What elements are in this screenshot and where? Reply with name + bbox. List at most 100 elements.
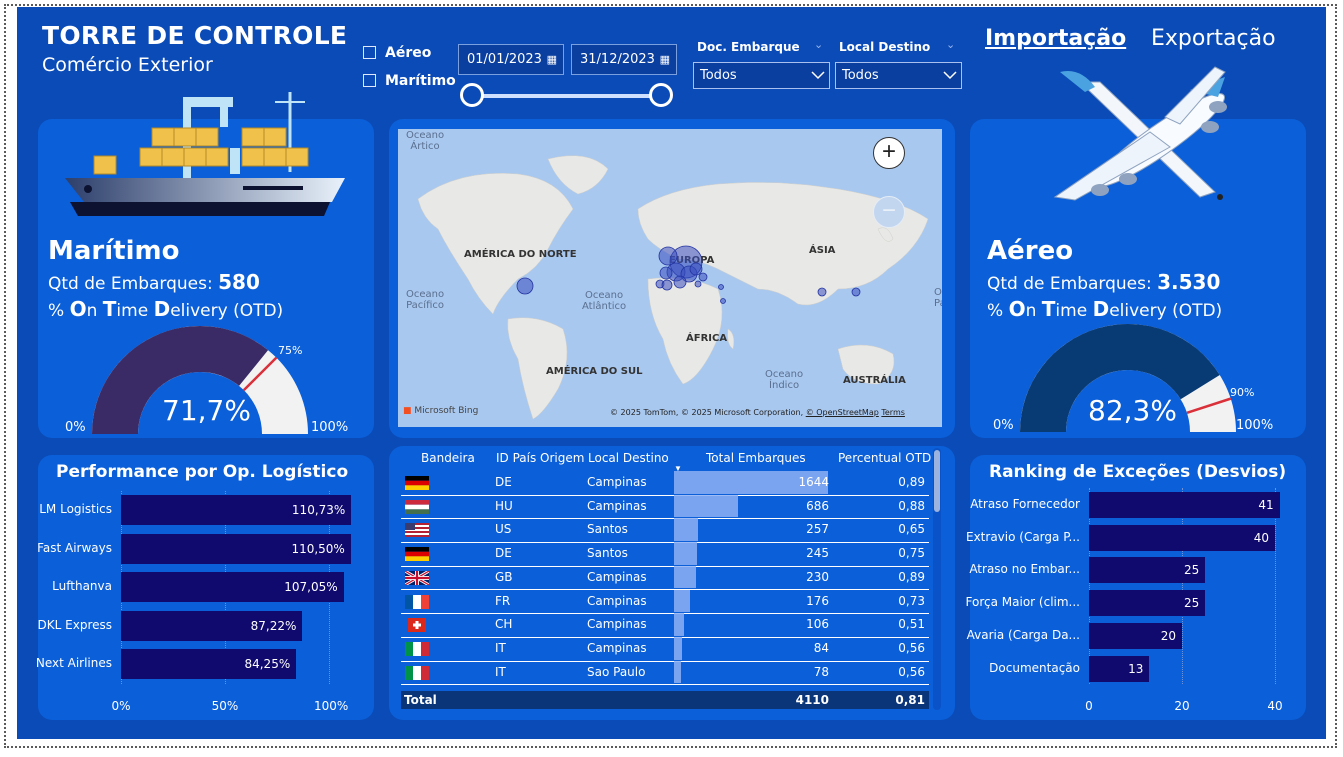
table-row[interactable]: HU Campinas 686 0,88 [401, 494, 929, 520]
flag-fr-icon [405, 594, 429, 609]
ranking-bar-label: Documentação [989, 660, 1080, 675]
maritimo-checkbox-label[interactable]: Marítimo [385, 73, 456, 89]
osm-link[interactable]: © OpenStreetMap [806, 408, 879, 417]
total-otd: 0,81 [895, 693, 925, 707]
maritimo-gauge-value: 71,7% [162, 394, 251, 427]
performance-bar[interactable]: 110,73% [121, 495, 352, 525]
performance-bar-value: 107,05% [284, 580, 338, 594]
cell-otd: 0,65 [898, 522, 925, 537]
zoom-out-button[interactable]: − [873, 196, 905, 228]
col-header-pais[interactable]: ID País Origem [496, 451, 584, 465]
table-row[interactable]: DE Santos 245 0,75 [401, 542, 929, 567]
terms-link[interactable]: Terms [881, 408, 905, 417]
zoom-in-button[interactable]: + [873, 137, 905, 169]
map-bubbles [516, 245, 861, 304]
ranking-bar-label: Atraso Fornecedor [970, 497, 1080, 511]
calendar-icon[interactable]: ▦ [660, 53, 670, 66]
flag-de-icon [405, 476, 429, 490]
map-bubble [661, 279, 673, 291]
cell-destino: Campinas [587, 475, 647, 489]
ranking-bar[interactable]: 13 [1089, 655, 1150, 682]
date-slider-start-handle[interactable] [460, 83, 484, 107]
maritimo-gauge-min: 0% [65, 420, 86, 435]
chevron-down-icon[interactable] [811, 71, 825, 80]
ranking-bar-label: Extravio (Carga P... [966, 529, 1080, 544]
cell-total: 176 [806, 593, 829, 608]
col-header-otd[interactable]: Percentual OTD [838, 451, 931, 465]
chevron-down-icon[interactable]: ⌄ [946, 38, 955, 51]
ranking-bar[interactable]: 20 [1089, 622, 1182, 649]
date-start-input[interactable]: 01/01/2023 ▦ [458, 44, 564, 75]
local-destino-select[interactable]: Todos [835, 62, 962, 89]
col-header-total[interactable]: Total Embarques [706, 451, 806, 465]
table-row[interactable]: GB Campinas 230 0,89 [401, 565, 929, 591]
cell-total: 230 [806, 569, 829, 584]
col-header-destino[interactable]: Local Destino [588, 451, 669, 465]
maritimo-title: Marítimo [48, 236, 180, 266]
maritimo-qtd-value: 580 [218, 270, 260, 294]
table-row[interactable]: IT Campinas 84 0,56 [401, 636, 929, 662]
performance-bar-value: 87,22% [250, 618, 297, 633]
table-row[interactable]: IT Sao Paulo 78 0,56 [401, 660, 929, 686]
maritimo-gauge-target: 75% [278, 344, 303, 357]
map-bubble [658, 246, 678, 266]
cell-otd: 0,75 [898, 546, 925, 561]
cell-total: 106 [806, 617, 829, 632]
date-slider-track[interactable] [472, 94, 662, 98]
cell-otd: 0,56 [898, 664, 925, 679]
chevron-down-icon[interactable]: ⌄ [814, 38, 823, 51]
maritimo-otd-label: % On Time Delivery (OTD) [48, 297, 284, 321]
cell-otd: 0,56 [898, 640, 925, 655]
ranking-bar-value: 41 [1258, 498, 1274, 512]
date-slider-end-handle[interactable] [649, 83, 673, 107]
date-end-input[interactable]: 31/12/2023 ▦ [571, 44, 677, 75]
airplane-icon [1053, 66, 1227, 201]
map-copyright: © 2025 TomTom, © 2025 Microsoft Corporat… [610, 408, 905, 417]
cell-otd: 0,51 [898, 617, 925, 632]
performance-bar[interactable]: 107,05% [121, 572, 344, 602]
ranking-bar[interactable]: 25 [1089, 590, 1206, 617]
doc-embarque-value: Todos [700, 68, 737, 83]
flag-it-icon [405, 665, 429, 680]
table-row[interactable]: DE Campinas 1644 0,89 [401, 471, 929, 496]
aereo-checkbox[interactable] [363, 46, 376, 59]
performance-chart: LM Logistics 110,73% Fast Airways 110,50% Lu… [36, 490, 374, 720]
cell-destino: Sao Paulo [587, 664, 646, 679]
table-row[interactable]: FR Campinas 176 0,73 [401, 589, 929, 615]
world-map[interactable]: OceanoÁrtico AMÉRICA DO NORTE EUROPA ÁSI… [398, 129, 942, 427]
performance-bar[interactable]: 110,50% [121, 533, 351, 564]
ranking-bar[interactable]: 40 [1089, 524, 1275, 551]
ranking-bar[interactable]: 41 [1089, 492, 1280, 518]
nav-exportacao[interactable]: Exportação [1151, 26, 1276, 51]
ranking-chart: Atraso Fornecedor 41 Extravio (Carga P... 4… [966, 488, 1306, 720]
chevron-down-icon[interactable] [943, 71, 957, 80]
cell-pais: FR [495, 593, 511, 608]
maritimo-checkbox[interactable] [363, 74, 376, 87]
table-scrollbar[interactable] [933, 448, 941, 710]
nav-importacao[interactable]: Importação [985, 26, 1126, 51]
doc-embarque-select[interactable]: Todos [693, 62, 830, 89]
bing-logo: ■ Microsoft Bing [403, 406, 479, 416]
flag-ch-icon [405, 618, 429, 633]
cell-pais: CH [495, 617, 513, 632]
col-header-bandeira[interactable]: Bandeira [421, 451, 475, 465]
map-bubble [817, 287, 827, 297]
cell-otd: 0,88 [898, 498, 925, 513]
flag-us-icon [405, 523, 429, 538]
page-title: TORRE DE CONTROLE [42, 21, 348, 50]
cell-pais: GB [495, 569, 513, 584]
aereo-qtd-label: Qtd de Embarques: [987, 274, 1152, 294]
cell-otd: 0,89 [898, 475, 925, 489]
map-bubble [851, 287, 861, 297]
performance-bar-label: DKL Express [37, 617, 112, 632]
calendar-icon[interactable]: ▦ [547, 53, 557, 66]
aereo-checkbox-label[interactable]: Aéreo [385, 45, 431, 61]
table-scrollbar-thumb[interactable] [934, 450, 940, 512]
cell-otd: 0,73 [898, 593, 925, 608]
ranking-bar[interactable]: 25 [1089, 557, 1206, 584]
table-row[interactable]: CH Campinas 106 0,51 [401, 613, 929, 638]
flag-gb-icon [404, 569, 430, 587]
performance-bar[interactable]: 87,22% [121, 610, 303, 641]
table-row[interactable]: US Santos 257 0,65 [401, 518, 929, 544]
performance-bar[interactable]: 84,25% [121, 649, 297, 679]
